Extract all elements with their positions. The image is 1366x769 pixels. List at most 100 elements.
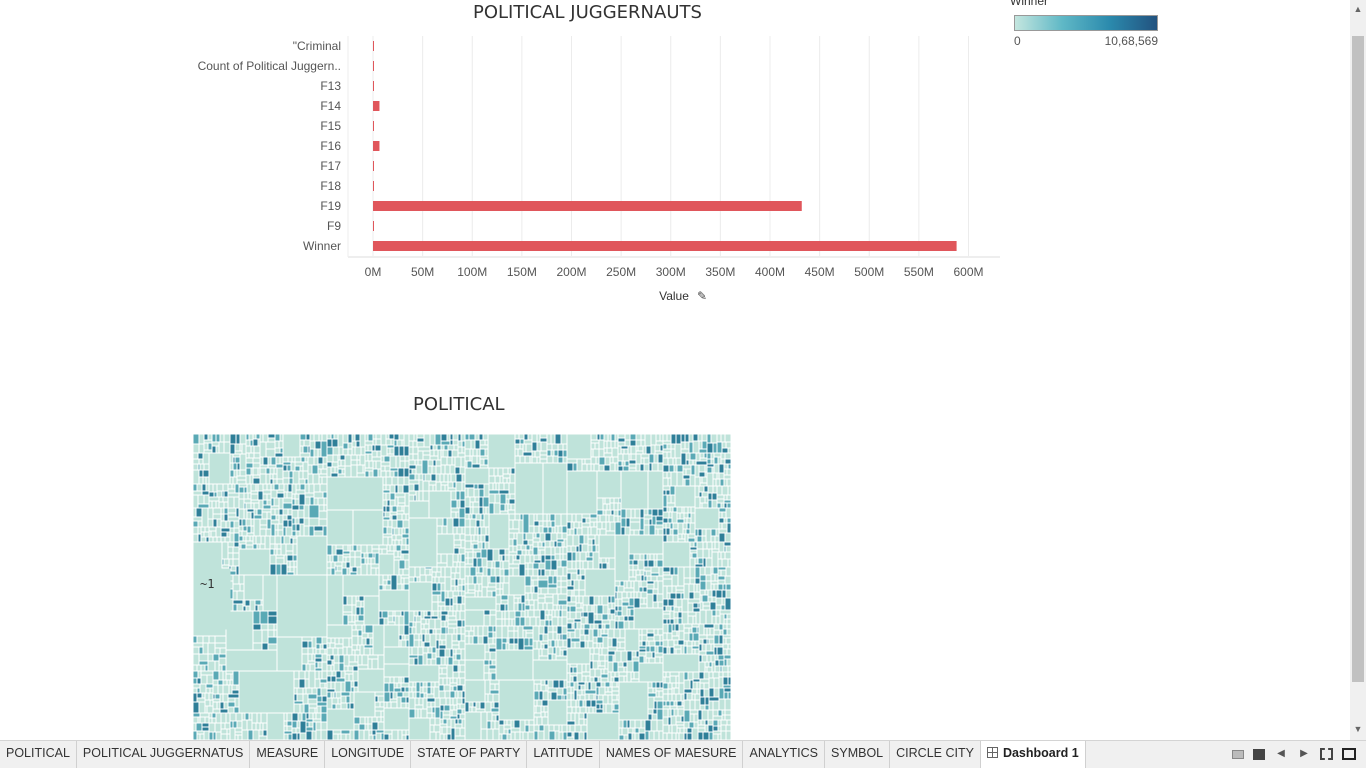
treemap-cell[interactable] xyxy=(287,555,293,561)
treemap-cell[interactable] xyxy=(459,660,465,665)
treemap-cell[interactable] xyxy=(726,590,731,598)
treemap-cell[interactable] xyxy=(440,724,447,727)
treemap-cell[interactable] xyxy=(459,672,465,678)
treemap-cell[interactable] xyxy=(639,663,663,682)
treemap-cell[interactable] xyxy=(599,596,602,605)
treemap-cell[interactable] xyxy=(676,733,679,740)
treemap-cell[interactable] xyxy=(292,457,295,462)
treemap-cell[interactable] xyxy=(465,497,470,507)
treemap-cell[interactable] xyxy=(368,454,372,461)
treemap-cell[interactable] xyxy=(537,442,541,451)
treemap-cell[interactable] xyxy=(405,456,409,461)
treemap-cell[interactable] xyxy=(327,698,332,709)
treemap-cell[interactable] xyxy=(453,611,456,616)
treemap-cell[interactable] xyxy=(441,567,445,577)
treemap-cell[interactable] xyxy=(228,694,239,698)
treemap-cell[interactable] xyxy=(524,434,528,440)
treemap-cell[interactable] xyxy=(654,560,657,567)
treemap-cell[interactable] xyxy=(480,456,488,459)
treemap-cell[interactable] xyxy=(375,711,381,717)
treemap-cell[interactable] xyxy=(292,721,297,728)
treemap-cell[interactable] xyxy=(590,514,597,518)
treemap-cell[interactable] xyxy=(582,464,587,471)
treemap-cell[interactable] xyxy=(287,465,291,471)
treemap-cell[interactable] xyxy=(392,520,397,528)
treemap-cell[interactable] xyxy=(703,639,707,644)
treemap-cell[interactable] xyxy=(599,655,605,661)
treemap-cell[interactable] xyxy=(197,688,200,693)
treemap-cell[interactable] xyxy=(519,564,525,576)
treemap-cell[interactable] xyxy=(613,655,615,662)
treemap-cell[interactable] xyxy=(493,549,499,561)
treemap-cell[interactable] xyxy=(294,671,299,679)
treemap-cell[interactable] xyxy=(477,558,482,567)
treemap-cell[interactable] xyxy=(331,665,334,671)
treemap-cell[interactable] xyxy=(627,651,632,661)
treemap-cell[interactable] xyxy=(286,527,292,536)
treemap-cell[interactable] xyxy=(362,638,366,645)
treemap-cell[interactable] xyxy=(199,654,208,661)
treemap-cell[interactable] xyxy=(346,734,350,740)
treemap-cell[interactable] xyxy=(213,484,217,492)
treemap-cell[interactable] xyxy=(332,704,336,709)
treemap-cell[interactable] xyxy=(451,586,455,591)
treemap-cell[interactable] xyxy=(226,713,230,723)
treemap-cell[interactable] xyxy=(394,434,399,440)
treemap-cell[interactable] xyxy=(601,682,605,687)
treemap-cell[interactable] xyxy=(621,518,626,527)
treemap-cell[interactable] xyxy=(543,463,567,514)
treemap-cell[interactable] xyxy=(698,434,702,441)
treemap-cell[interactable] xyxy=(448,624,457,628)
treemap-cell[interactable] xyxy=(705,497,708,503)
treemap-cell[interactable] xyxy=(598,624,602,629)
treemap-cell[interactable] xyxy=(397,511,404,514)
treemap-cell[interactable] xyxy=(540,455,547,459)
treemap-cell[interactable] xyxy=(283,457,288,462)
treemap-cell[interactable] xyxy=(666,523,670,528)
treemap-cell[interactable] xyxy=(526,550,529,555)
treemap-cell[interactable] xyxy=(576,596,579,603)
treemap-cell[interactable] xyxy=(226,650,277,671)
treemap-cell[interactable] xyxy=(304,440,310,446)
treemap-cell[interactable] xyxy=(223,484,228,491)
treemap-cell[interactable] xyxy=(230,434,236,444)
treemap-cell[interactable] xyxy=(204,731,209,740)
treemap-cell[interactable] xyxy=(541,641,548,644)
treemap-cell[interactable] xyxy=(714,464,719,473)
treemap-cell[interactable] xyxy=(401,677,404,683)
treemap-cell[interactable] xyxy=(617,695,619,700)
treemap-cell[interactable] xyxy=(322,637,327,644)
treemap-cell[interactable] xyxy=(318,457,323,464)
treemap-cell[interactable] xyxy=(365,724,368,730)
treemap-cell[interactable] xyxy=(667,507,670,512)
treemap-cell[interactable] xyxy=(604,448,607,453)
treemap-cell[interactable] xyxy=(515,611,521,617)
treemap-cell[interactable] xyxy=(495,721,499,729)
treemap-cell[interactable] xyxy=(287,721,292,726)
treemap-cell[interactable] xyxy=(597,522,602,529)
treemap-cell[interactable] xyxy=(458,691,462,698)
treemap-cell[interactable] xyxy=(465,527,470,535)
treemap-cell[interactable] xyxy=(581,725,587,732)
treemap-cell[interactable] xyxy=(648,688,653,693)
treemap-cell[interactable] xyxy=(322,696,327,702)
treemap-cell[interactable] xyxy=(590,677,594,682)
treemap-cell[interactable] xyxy=(648,697,654,709)
treemap-cell[interactable] xyxy=(414,484,419,491)
tabs-icon[interactable] xyxy=(1253,748,1265,760)
treemap-cell[interactable] xyxy=(538,603,543,610)
treemap-cell[interactable] xyxy=(432,713,435,718)
treemap-cell[interactable] xyxy=(654,581,658,589)
treemap-cell[interactable] xyxy=(624,735,628,740)
treemap-cell[interactable] xyxy=(373,461,376,469)
treemap-cell[interactable] xyxy=(327,575,343,625)
treemap-cell[interactable] xyxy=(597,471,621,498)
treemap-cell[interactable] xyxy=(597,434,600,440)
treemap-cell[interactable] xyxy=(627,672,631,682)
treemap-cell[interactable] xyxy=(548,640,551,647)
treemap-cell[interactable] xyxy=(230,444,235,454)
treemap-cell[interactable] xyxy=(689,722,694,728)
treemap-cell[interactable] xyxy=(393,692,397,699)
treemap-cell[interactable] xyxy=(242,519,246,526)
treemap-cell[interactable] xyxy=(608,614,612,620)
